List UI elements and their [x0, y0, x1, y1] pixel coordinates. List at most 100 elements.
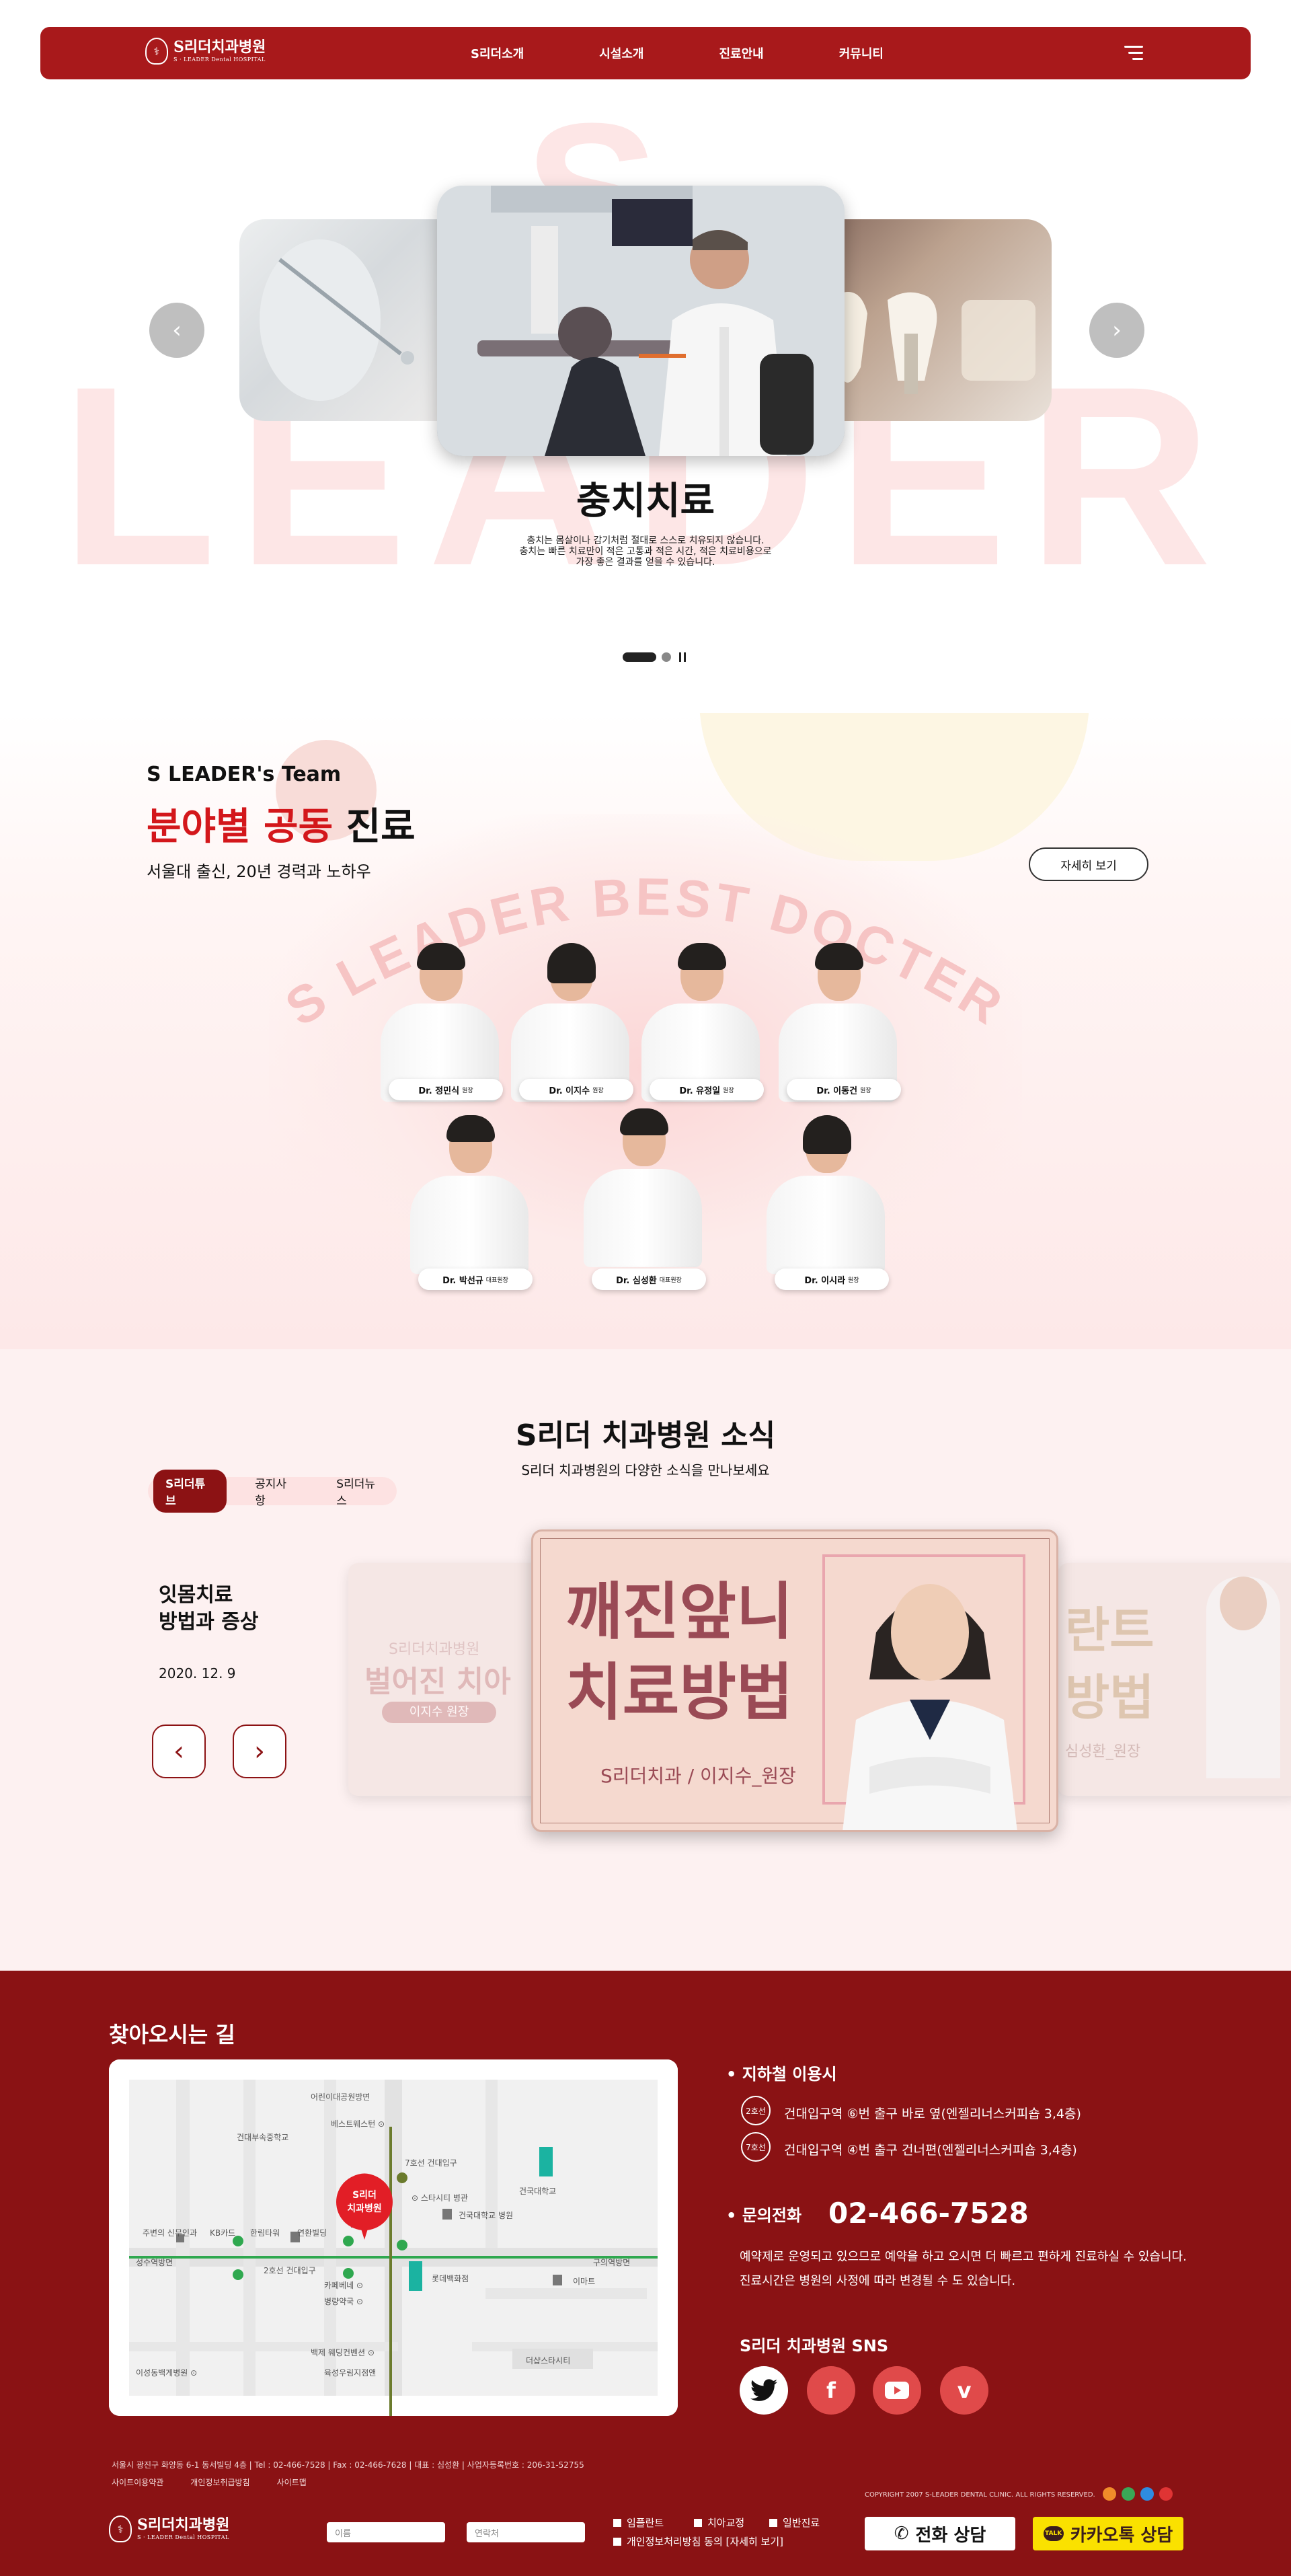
card-caption: 심성환_원장	[1065, 1743, 1141, 1760]
doctor-tag: Dr. 이동건 원장	[787, 1079, 901, 1100]
pagination-dot-active[interactable]	[623, 652, 656, 662]
card-title: 깨진앞니 치료방법	[565, 1572, 793, 1733]
kakao-consult-button[interactable]: TALK 카카오톡 상담	[1033, 2517, 1183, 2550]
doctor-card[interactable]: Dr. 정민식 원장	[374, 943, 506, 1102]
map-illustration: 어린이대공원방면건대부속중학교 베스트웨스턴 ⊙ 7호선 건대입구건국대학교 ⊙ 스타…	[109, 2059, 678, 2416]
map-label: KB카드	[210, 2228, 235, 2238]
checkbox-general[interactable]: 일반진료	[769, 2515, 820, 2530]
news-next-button[interactable]: ›	[233, 1725, 286, 1778]
map-label: 7호선 건대입구	[405, 2158, 457, 2168]
tab-sleader-tube[interactable]: S리더튜브	[153, 1470, 227, 1513]
slide-desc-line: 충치는 몸살이나 감기처럼 절대로 스스로 치유되지 않습니다.	[526, 535, 765, 546]
nav-item-community[interactable]: 커뮤니티	[839, 44, 884, 62]
team-more-button[interactable]: 자세히 보기	[1029, 847, 1148, 881]
logo-emblem-icon: ⚕	[109, 2515, 132, 2542]
facebook-icon[interactable]: f	[807, 2366, 855, 2415]
checkbox-orthodontics[interactable]: 치아교정	[694, 2515, 744, 2530]
checkbox-privacy-agree[interactable]: 개인정보처리방침 동의 [자세히 보기]	[613, 2534, 783, 2548]
doctor-name: Dr. 정민식	[418, 1086, 460, 1096]
sns-title: S리더 치과병원 SNS	[740, 2337, 889, 2355]
footer-link-terms[interactable]: 사이트이용약관	[112, 2476, 163, 2488]
doctor-tag: Dr. 유정일 원장	[650, 1079, 764, 1100]
map-label: 주변의 신무인과	[143, 2228, 197, 2238]
line-badge: 7호선	[741, 2132, 771, 2162]
footer-logo-text: S리더치과병원	[137, 2516, 230, 2534]
kakao-talk-icon: TALK	[1043, 2526, 1064, 2541]
twitter-icon[interactable]	[740, 2366, 788, 2415]
phone-note-line: 예약제로 운영되고 있으므로 예약을 하고 오시면 더 빠르고 편하게 진료하실…	[740, 2250, 1187, 2264]
doctor-tag: Dr. 정민식 원장	[389, 1079, 503, 1100]
map-pin-label: S리더	[352, 2190, 377, 2201]
news-item-title: 잇몸치료 방법과 증상	[159, 1582, 258, 1636]
location-map[interactable]: 어린이대공원방면 건대부속중학교 베스트웨스턴 ⊙ 7호선 건대입구 건국대학교 ⊙ 스타…	[109, 2059, 678, 2416]
tab-notice[interactable]: 공지사항	[243, 1470, 308, 1513]
name-input[interactable]: 이름	[327, 2522, 445, 2542]
nav-item-about[interactable]: S리더소개	[471, 44, 524, 62]
menu-icon[interactable]	[1124, 46, 1143, 61]
logo-subtext: S · LEADER Dental HOSPITAL	[173, 56, 266, 63]
location-title: 찾아오시는 길	[109, 2022, 235, 2047]
card-title: 벌어진 치아	[364, 1665, 511, 1699]
site-header: ⚕ S리더치과병원 S · LEADER Dental HOSPITAL S리더…	[40, 27, 1251, 79]
map-label: 육성우림지점앤	[324, 2368, 376, 2378]
map-label: 베스트웨스턴 ⊙	[331, 2119, 385, 2129]
team-kicker: S LEADER's Team	[147, 763, 342, 786]
card-title-line: 치료방법	[565, 1657, 793, 1729]
doctor-card[interactable]: Dr. 박선규 대표원장	[403, 1115, 535, 1290]
video-card-next[interactable]: 란트 방법 심성환_원장	[1058, 1563, 1291, 1796]
slider-next-button[interactable]: ›	[1089, 303, 1144, 358]
footer-link-sitemap[interactable]: 사이트맵	[277, 2476, 307, 2488]
checkbox-implant[interactable]: 임플란트	[613, 2515, 664, 2530]
nav-item-treatment[interactable]: 진료안내	[719, 44, 763, 62]
doctor-tag: Dr. 이시라 원장	[775, 1268, 889, 1290]
phone-number[interactable]: 02-466-7528	[828, 2197, 1029, 2230]
doctor-card[interactable]: Dr. 이동건 원장	[772, 943, 904, 1102]
doctor-tag: Dr. 이지수 원장	[519, 1079, 633, 1100]
card-brand: S리더치과병원	[389, 1641, 480, 1658]
video-card-current[interactable]: 깨진앞니 치료방법 S리더치과 / 이지수_원장	[531, 1529, 1058, 1832]
doctor-card[interactable]: Dr. 이시라 원장	[760, 1115, 892, 1290]
logo[interactable]: ⚕ S리더치과병원 S · LEADER Dental HOSPITAL	[145, 38, 266, 65]
opera-icon	[1159, 2487, 1173, 2501]
doctor-card[interactable]: Dr. 심성환 대표원장	[577, 1108, 709, 1290]
pagination-dot[interactable]	[662, 652, 671, 662]
map-label: 한림타워	[250, 2228, 280, 2238]
tab-news[interactable]: S리더뉴스	[324, 1470, 397, 1513]
team-section: S LEADER's Team 분야별 공동 진료 서울대 출신, 20년 경력…	[0, 713, 1291, 1349]
map-pin-label: 치과병원	[347, 2203, 382, 2214]
pause-icon[interactable]	[679, 652, 686, 662]
news-item-title-line: 방법과 증상	[159, 1610, 259, 1634]
nav-item-facility[interactable]: 시설소개	[599, 44, 643, 62]
subway-route: 건대입구역 ⑥번 출구 바로 옆(엔젤리너스커피숍 3,4층)	[784, 2107, 1081, 2121]
doctor-card[interactable]: Dr. 이지수 원장	[504, 943, 636, 1102]
slider-prev-button[interactable]: ‹	[149, 303, 204, 358]
map-label: 백제 웨딩컨벤션 ⊙	[311, 2348, 375, 2357]
doctor-role: 원장	[848, 1277, 859, 1284]
card-caption: S리더치과 / 이지수_원장	[600, 1765, 796, 1787]
copyright: COPYRIGHT 2007 S-LEADER DENTAL CLINIC. A…	[865, 2491, 1095, 2499]
doctor-portrait	[843, 1584, 1017, 1830]
news-prev-button[interactable]: ‹	[152, 1725, 206, 1778]
footer-link-privacy[interactable]: 개인정보취급방침	[190, 2476, 249, 2488]
card-title: 란트 방법	[1065, 1597, 1154, 1731]
doctor-name: Dr. 이동건	[816, 1086, 858, 1096]
checkbox-icon	[613, 2537, 621, 2546]
chrome-icon	[1122, 2487, 1135, 2501]
vimeo-icon[interactable]: v	[940, 2366, 988, 2415]
phone-input[interactable]: 연락처	[467, 2522, 585, 2542]
kakao-consult-label: 카카오톡 상담	[1070, 2525, 1173, 2546]
doctor-role: 원장	[860, 1087, 871, 1094]
browser-support-icons	[1103, 2487, 1173, 2501]
doctor-card[interactable]: Dr. 유정일 원장	[635, 943, 767, 1102]
phone-heading: • 문의전화	[726, 2206, 802, 2225]
youtube-icon[interactable]	[873, 2366, 921, 2415]
subway-heading-text: 지하철 이용시	[742, 2065, 837, 2084]
hero-slider: S LEADER	[0, 79, 1291, 712]
slide-current-image[interactable]	[437, 186, 845, 456]
footer-logo[interactable]: ⚕ S리더치과병원 S · LEADER Dental HOSPITAL	[109, 2515, 229, 2542]
map-label: 이마트	[573, 2277, 595, 2286]
phone-consult-button[interactable]: ✆ 전화 상담	[865, 2517, 1015, 2550]
doctor-tag: Dr. 심성환 대표원장	[592, 1268, 706, 1290]
phone-heading-text: 문의전화	[742, 2206, 802, 2225]
footer-company-info: 서울시 광진구 화양동 6-1 동서빌딩 4층 | Tel : 02-466-7…	[112, 2460, 584, 2470]
